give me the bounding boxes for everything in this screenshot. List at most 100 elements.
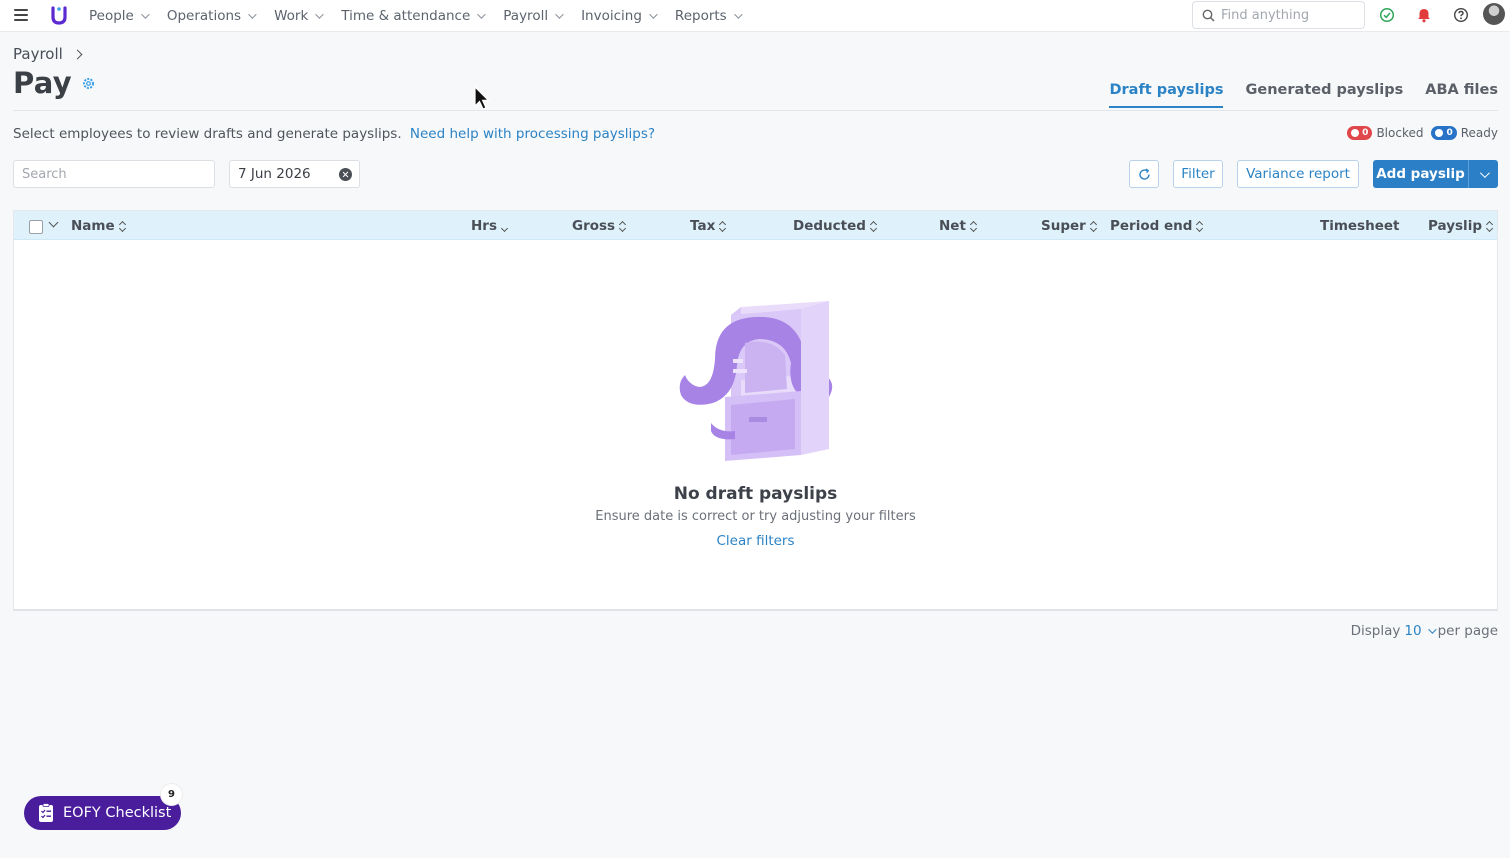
nav-label: People	[89, 8, 134, 24]
payslips-table: Name Hrs Gross Tax Deducted Net Super Pe…	[13, 210, 1498, 611]
sort-icon	[870, 221, 877, 232]
ready-label: Ready	[1460, 126, 1498, 140]
column-label: Deducted	[793, 218, 866, 234]
chevron-down-icon	[555, 10, 564, 19]
sort-icon	[970, 221, 977, 232]
chevron-right-icon	[72, 49, 83, 59]
check-circle-icon[interactable]	[1379, 7, 1395, 23]
column-hrs[interactable]: Hrs	[471, 218, 508, 234]
column-deducted[interactable]: Deducted	[793, 218, 877, 234]
column-label: Payslip	[1428, 218, 1482, 234]
nav-operations[interactable]: Operations	[166, 8, 257, 24]
select-all-checkbox[interactable]	[29, 220, 43, 234]
nav-time-attendance[interactable]: Time & attendance	[341, 8, 486, 24]
tab-aba-files[interactable]: ABA files	[1425, 82, 1498, 108]
nav-reports[interactable]: Reports	[675, 8, 743, 24]
global-search-input[interactable]	[1221, 7, 1351, 23]
column-label: Net	[939, 218, 966, 234]
sort-icon	[1196, 221, 1203, 232]
eofy-checklist-button[interactable]: EOFY Checklist	[24, 796, 181, 830]
app-logo-icon[interactable]	[51, 5, 67, 25]
column-timesheet: Timesheet	[1320, 218, 1399, 234]
nav-label: Invoicing	[581, 8, 642, 24]
chevron-down-icon	[248, 10, 257, 19]
nav-payroll[interactable]: Payroll	[503, 8, 564, 24]
menu-icon[interactable]	[14, 9, 28, 21]
clear-date-icon[interactable]	[339, 168, 352, 181]
blocked-badge: 0	[1347, 126, 1373, 140]
add-payslip-dropdown[interactable]	[1468, 160, 1498, 188]
tab-generated-payslips[interactable]: Generated payslips	[1245, 82, 1403, 108]
sort-down-icon	[501, 221, 508, 232]
clear-filters-link[interactable]: Clear filters	[14, 533, 1497, 549]
nav-work[interactable]: Work	[274, 8, 324, 24]
chevron-down-icon	[1479, 167, 1490, 178]
column-payslip[interactable]: Payslip	[1428, 218, 1493, 234]
filter-button[interactable]: Filter	[1173, 160, 1223, 188]
ready-icon	[1435, 129, 1444, 137]
intro-text: Select employees to review drafts and ge…	[13, 126, 655, 142]
breadcrumb-payroll[interactable]: Payroll	[13, 45, 63, 63]
main-nav: People Operations Work Time & attendance…	[89, 0, 760, 32]
checklist-icon	[39, 803, 53, 822]
column-gross[interactable]: Gross	[572, 218, 626, 234]
pay-date-picker[interactable]: 7 Jun 2026	[229, 160, 360, 188]
nav-people[interactable]: People	[89, 8, 150, 24]
chevron-down-icon	[733, 10, 743, 19]
variance-report-button[interactable]: Variance report	[1237, 160, 1359, 188]
breadcrumb: Payroll	[13, 45, 83, 63]
column-label: Tax	[690, 218, 716, 234]
per-page-prefix: Display	[1350, 623, 1401, 639]
add-payslip-button[interactable]: Add payslip	[1373, 160, 1468, 188]
page-title: Pay	[13, 66, 72, 100]
chevron-down-icon	[1427, 625, 1437, 634]
column-net[interactable]: Net	[939, 218, 977, 234]
search-icon	[1202, 9, 1215, 22]
help-icon[interactable]	[1453, 7, 1469, 23]
nav-label: Work	[274, 8, 309, 24]
refresh-icon	[1138, 167, 1150, 180]
mouse-cursor-icon	[474, 86, 490, 110]
nav-label: Payroll	[503, 8, 549, 24]
add-payslip-button-group: Add payslip	[1373, 160, 1498, 188]
employee-search[interactable]	[13, 160, 215, 188]
column-tax[interactable]: Tax	[690, 218, 726, 234]
nav-invoicing[interactable]: Invoicing	[581, 8, 658, 24]
tab-draft-payslips[interactable]: Draft payslips	[1109, 82, 1224, 108]
global-search[interactable]	[1192, 1, 1365, 29]
divider	[13, 110, 1498, 111]
column-period-end[interactable]: Period end	[1110, 218, 1203, 234]
gear-icon[interactable]	[82, 77, 95, 90]
per-page-value: 10	[1404, 623, 1422, 639]
per-page-select[interactable]: 10	[1404, 623, 1437, 639]
nav-label: Time & attendance	[341, 8, 471, 24]
refresh-button[interactable]	[1129, 160, 1159, 188]
help-link[interactable]: Need help with processing payslips?	[410, 126, 655, 142]
chevron-down-icon	[477, 10, 486, 19]
payslip-tabs: Draft payslips Generated payslips ABA fi…	[1087, 82, 1498, 108]
nav-label: Operations	[166, 8, 242, 24]
sort-icon	[119, 221, 126, 232]
sort-icon	[619, 221, 626, 232]
sort-icon	[719, 221, 726, 232]
column-label: Super	[1041, 218, 1086, 234]
empty-state-illustration	[679, 301, 833, 461]
column-name[interactable]: Name	[71, 218, 126, 234]
user-avatar[interactable]	[1483, 3, 1505, 25]
per-page-suffix: per page	[1437, 623, 1498, 639]
column-super[interactable]: Super	[1041, 218, 1097, 234]
column-label: Period end	[1110, 218, 1193, 234]
chevron-down-icon	[141, 10, 150, 19]
column-label: Gross	[572, 218, 616, 234]
blocked-count: 0	[1362, 128, 1369, 138]
table-header: Name Hrs Gross Tax Deducted Net Super Pe…	[14, 211, 1497, 240]
select-options-chevron-icon[interactable]	[48, 217, 59, 228]
chevron-down-icon	[649, 10, 658, 19]
sort-icon	[1090, 221, 1097, 232]
bell-icon[interactable]	[1416, 7, 1432, 23]
employee-search-input[interactable]	[22, 166, 202, 182]
sort-icon	[1486, 221, 1493, 232]
top-navigation-bar: People Operations Work Time & attendance…	[0, 0, 1510, 32]
column-label: Name	[71, 218, 115, 234]
eofy-checklist-label: EOFY Checklist	[63, 805, 172, 821]
